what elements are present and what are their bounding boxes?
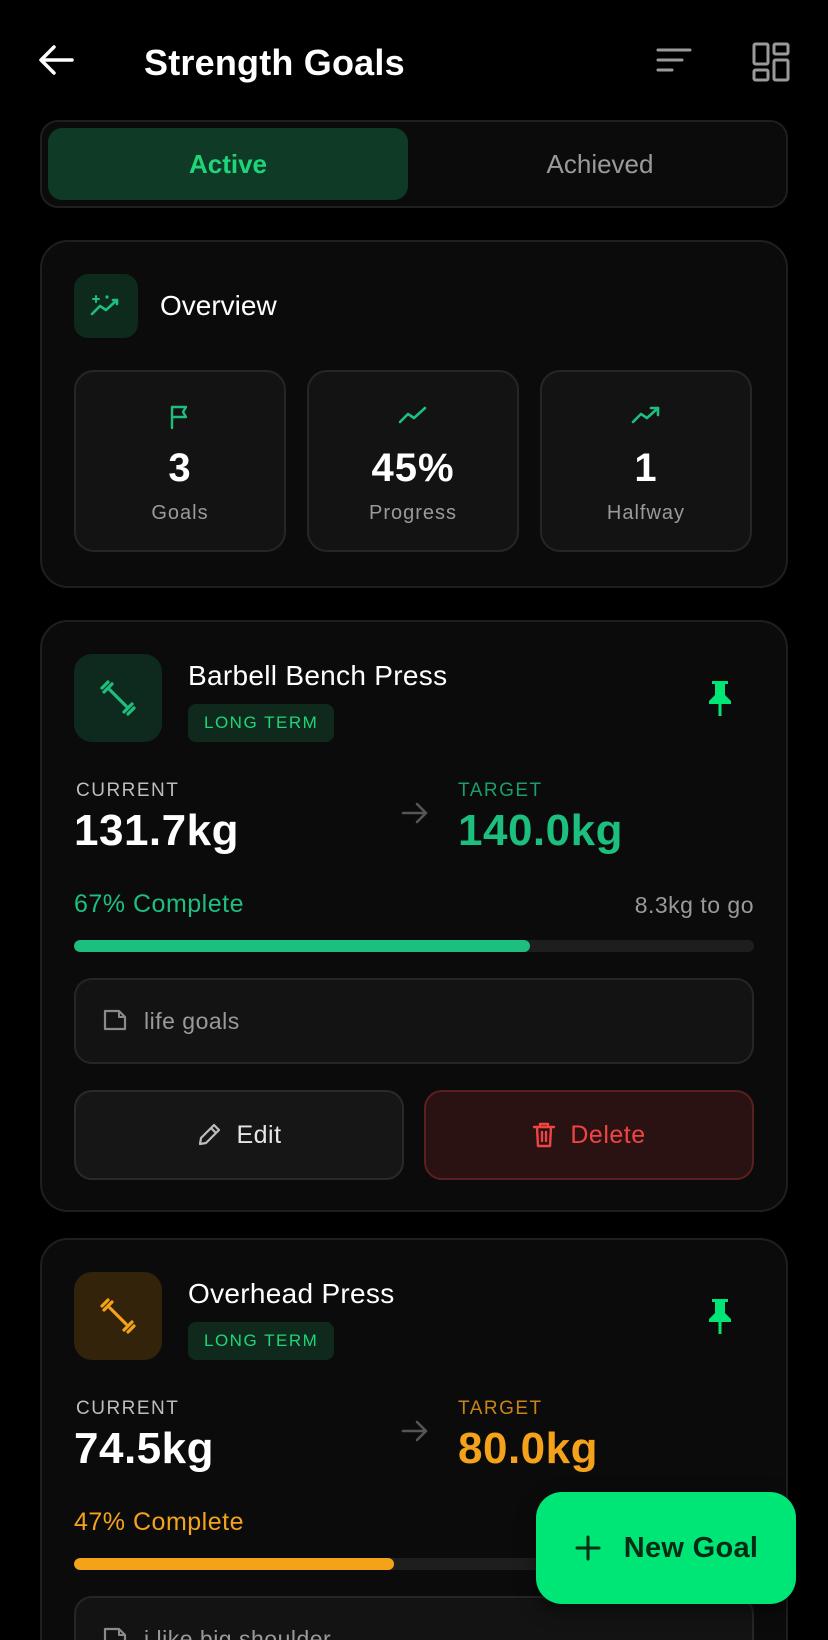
pin-button[interactable] [704,1296,736,1336]
stat-value: 1 [634,446,658,490]
pin-icon [709,681,731,716]
overview-icon-wrap [74,274,138,338]
note-icon [103,1009,127,1031]
progress-bar-fill [74,940,530,952]
arrow-left-icon [39,45,74,75]
edit-label: Edit [236,1120,282,1149]
stat-value: 45% [371,446,455,490]
note-text: life goals [144,1008,240,1034]
goal-icon-wrap [74,1272,162,1360]
current-value: 131.7kg [74,806,239,855]
trending-up-icon [631,406,660,424]
current-label: CURRENT [76,780,180,801]
sparkle-chart-icon [90,295,119,316]
pin-button[interactable] [704,678,736,718]
target-value: 80.0kg [458,1424,598,1473]
stat-value: 3 [168,446,192,490]
tab-achieved[interactable]: Achieved [420,128,780,200]
page-title: Strength Goals [144,42,405,83]
progress-percent: 67% Complete [74,890,244,918]
dumbbell-icon [100,680,136,716]
pin-icon [709,1299,731,1334]
stat-label: Progress [368,502,458,524]
note-icon [103,1627,127,1640]
arrow-right-icon [400,1416,430,1446]
progress-percent: 47% Complete [74,1508,244,1536]
delete-button[interactable]: Delete [424,1090,754,1180]
stat-halfway: 1 Halfway [540,370,752,552]
back-button[interactable] [36,40,76,80]
flag-icon [170,405,188,430]
app-header: Strength Goals [0,0,828,120]
goal-term-badge: LONG TERM [188,1322,335,1360]
new-goal-label: New Goal [623,1531,759,1564]
target-label: TARGET [458,780,543,801]
progress-bar-fill [74,1558,394,1570]
trend-line-icon [398,406,427,424]
tab-active[interactable]: Active [48,128,408,200]
goal-name: Overhead Press [188,1278,395,1309]
target-label: TARGET [458,1398,543,1419]
status-tabs: Active Achieved [40,120,788,208]
sort-button[interactable] [654,44,694,84]
current-value: 74.5kg [74,1424,214,1473]
note-text: i like big shoulder [144,1626,332,1640]
new-goal-button[interactable]: New Goal [536,1492,796,1604]
arrow-right-icon [400,798,430,828]
goal-term-badge: LONG TERM [188,704,335,742]
goal-name: Barbell Bench Press [188,660,448,691]
current-label: CURRENT [76,1398,180,1419]
grid-layout-icon [752,42,790,82]
edit-button[interactable]: Edit [74,1090,404,1180]
delete-label: Delete [570,1120,646,1149]
dumbbell-icon [100,1298,136,1334]
layout-toggle-button[interactable] [752,42,792,84]
stat-label: Goals [151,502,209,524]
overview-card: Overview 3 Goals 45% Progress 1 Halfway [40,240,788,588]
overview-title: Overview [160,290,277,321]
stat-progress: 45% Progress [307,370,519,552]
progress-bar [74,940,754,952]
stat-goals: 3 Goals [74,370,286,552]
stat-label: Halfway [606,502,686,524]
remaining-text: 8.3kg to go [634,892,754,918]
goal-note[interactable]: life goals [74,978,754,1064]
goal-icon-wrap [74,654,162,742]
trash-icon [533,1122,556,1148]
plus-icon [575,1535,601,1561]
pencil-icon [199,1123,221,1146]
target-value: 140.0kg [458,806,623,855]
goal-card[interactable]: Barbell Bench Press LONG TERM CURRENT 13… [40,620,788,1212]
sort-icon [656,48,692,72]
